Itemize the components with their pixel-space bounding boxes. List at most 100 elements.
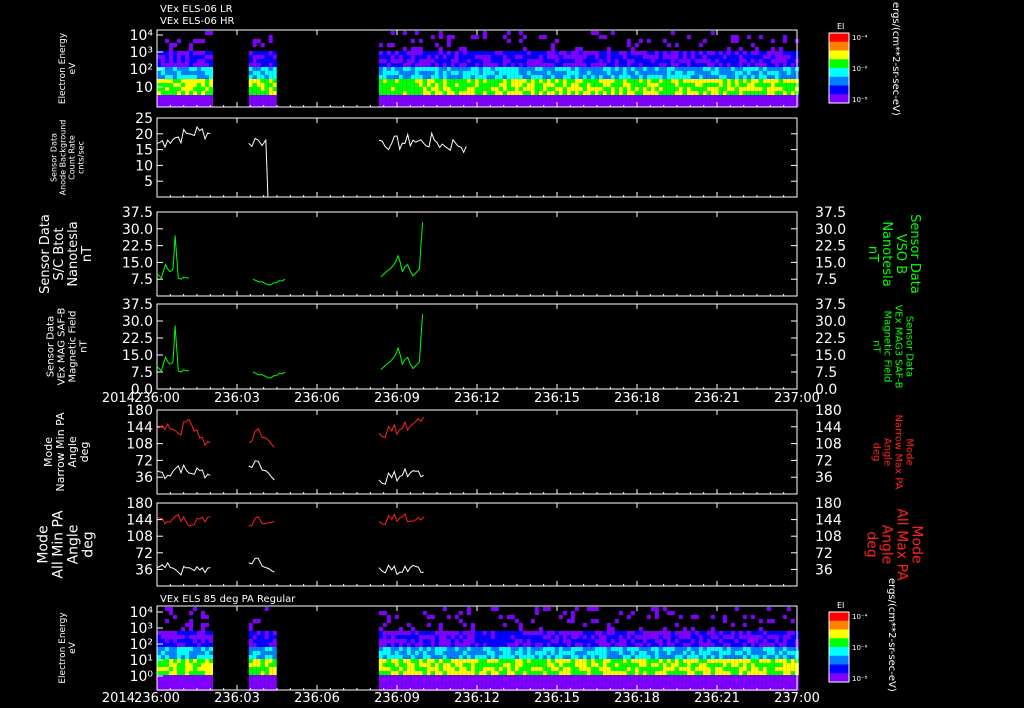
spectrogram-cell bbox=[690, 643, 695, 647]
spectrogram-cell bbox=[161, 55, 165, 59]
spectrogram-cell bbox=[762, 651, 767, 655]
spectrogram-cell bbox=[562, 683, 567, 687]
spectrogram-cell bbox=[590, 79, 595, 83]
spectrogram-cell bbox=[486, 639, 491, 643]
spectrogram-cell bbox=[406, 651, 411, 655]
spectrogram-cell bbox=[734, 667, 739, 671]
spectrogram-cell bbox=[248, 655, 253, 659]
spectrogram-cell bbox=[582, 99, 587, 103]
spectrogram-cell bbox=[169, 103, 173, 107]
spectrogram-cell bbox=[758, 627, 763, 631]
y-axis-label: VEx MAG SAF-B bbox=[57, 308, 68, 386]
spectrogram-cell bbox=[650, 679, 655, 683]
spectrogram-cell bbox=[594, 659, 599, 663]
spectrogram-cell bbox=[710, 635, 715, 639]
spectrogram-cell bbox=[442, 639, 447, 643]
spectrogram-cell bbox=[682, 631, 687, 635]
spectrogram-cell bbox=[630, 659, 635, 663]
spectrogram-cell bbox=[698, 659, 703, 663]
spectrogram-cell bbox=[402, 675, 407, 679]
spectrogram-cell bbox=[750, 647, 755, 651]
spectrogram-cell bbox=[530, 103, 535, 107]
spectrogram-cell bbox=[486, 59, 491, 63]
spectrogram-cell bbox=[662, 91, 667, 95]
spectrogram-cell bbox=[197, 667, 201, 671]
spectrogram-cell bbox=[390, 43, 395, 47]
spectrogram-cell bbox=[410, 667, 415, 671]
spectrogram-cell bbox=[602, 35, 607, 39]
spectrogram-cell bbox=[554, 671, 559, 675]
spectrogram-cell bbox=[766, 79, 771, 83]
spectrogram-cell bbox=[498, 631, 503, 635]
spectrogram-cell bbox=[450, 79, 455, 83]
spectrogram-cell bbox=[390, 643, 395, 647]
spectrogram-cell bbox=[654, 639, 659, 643]
spectrogram-cell bbox=[622, 671, 627, 675]
spectrogram-cell bbox=[165, 95, 169, 99]
spectrogram-cell bbox=[670, 655, 675, 659]
spectrogram-cell bbox=[610, 59, 615, 63]
spectrogram-cell bbox=[474, 91, 479, 95]
spectrogram-cell bbox=[618, 683, 623, 687]
spectrogram-cell bbox=[670, 91, 675, 95]
spectrogram-cell bbox=[674, 671, 679, 675]
spectrogram-cell bbox=[746, 87, 751, 91]
spectrogram-cell bbox=[402, 47, 407, 51]
spectrogram-cell bbox=[454, 615, 459, 619]
spectrogram-cell bbox=[426, 615, 431, 619]
spectrogram-cell bbox=[482, 71, 487, 75]
spectrogram-cell bbox=[205, 639, 209, 643]
spectrogram-cell bbox=[177, 67, 181, 71]
spectrogram-cell bbox=[157, 95, 161, 99]
spectrogram-cell bbox=[482, 67, 487, 71]
spectrogram-cell bbox=[510, 675, 515, 679]
spectrogram-cell bbox=[418, 679, 423, 683]
spectrogram-cell bbox=[426, 647, 431, 651]
spectrogram-cell bbox=[570, 91, 575, 95]
spectrogram-cell bbox=[450, 667, 455, 671]
spectrogram-cell bbox=[586, 655, 591, 659]
spectrogram-cell bbox=[630, 611, 635, 615]
spectrogram-cell bbox=[562, 663, 567, 667]
spectrogram-cell bbox=[185, 659, 189, 663]
spectrogram-cell bbox=[402, 667, 407, 671]
spectrogram-cell bbox=[165, 675, 169, 679]
spectrogram-cell bbox=[410, 679, 415, 683]
spectrogram-cell bbox=[522, 663, 527, 667]
spectrogram-cell bbox=[414, 75, 419, 79]
spectrogram-cell bbox=[790, 59, 795, 63]
spectrogram-cell bbox=[654, 75, 659, 79]
spectrogram-cell bbox=[201, 651, 205, 655]
spectrogram-cell bbox=[686, 35, 691, 39]
spectrogram-cell bbox=[670, 631, 675, 635]
spectrogram-cell bbox=[256, 655, 261, 659]
spectrogram-cell bbox=[602, 671, 607, 675]
spectrogram-cell bbox=[618, 671, 623, 675]
spectrogram-cell bbox=[578, 59, 583, 63]
spectrogram-cell bbox=[248, 671, 253, 675]
y-tick-label-right: 36 bbox=[815, 470, 833, 486]
spectrogram-cell bbox=[750, 67, 755, 71]
spectrogram-cell bbox=[742, 59, 747, 63]
spectrogram-cell bbox=[494, 63, 499, 67]
spectrogram-cell bbox=[682, 643, 687, 647]
colorbar-top: EI10⁻⁴10⁻⁶10⁻⁸ bbox=[828, 22, 868, 104]
spectrogram-cell bbox=[694, 643, 699, 647]
spectrogram-cell bbox=[470, 651, 475, 655]
spectrogram-cell bbox=[474, 667, 479, 671]
spectrogram-cell bbox=[614, 91, 619, 95]
spectrogram-cell bbox=[718, 639, 723, 643]
spectrogram-cell bbox=[454, 655, 459, 659]
spectrogram-cell bbox=[710, 675, 715, 679]
spectrogram-cell bbox=[698, 59, 703, 63]
spectrogram-cell bbox=[386, 79, 391, 83]
spectrogram-cell bbox=[578, 667, 583, 671]
spectrogram-cell bbox=[666, 83, 671, 87]
spectrogram-cell bbox=[622, 91, 627, 95]
spectrogram-cell bbox=[442, 59, 447, 63]
spectrogram-cell bbox=[205, 63, 209, 67]
spectrogram-cell bbox=[462, 75, 467, 79]
spectrogram-cell bbox=[722, 679, 727, 683]
spectrogram-cell bbox=[598, 679, 603, 683]
spectrogram-cell bbox=[722, 655, 727, 659]
